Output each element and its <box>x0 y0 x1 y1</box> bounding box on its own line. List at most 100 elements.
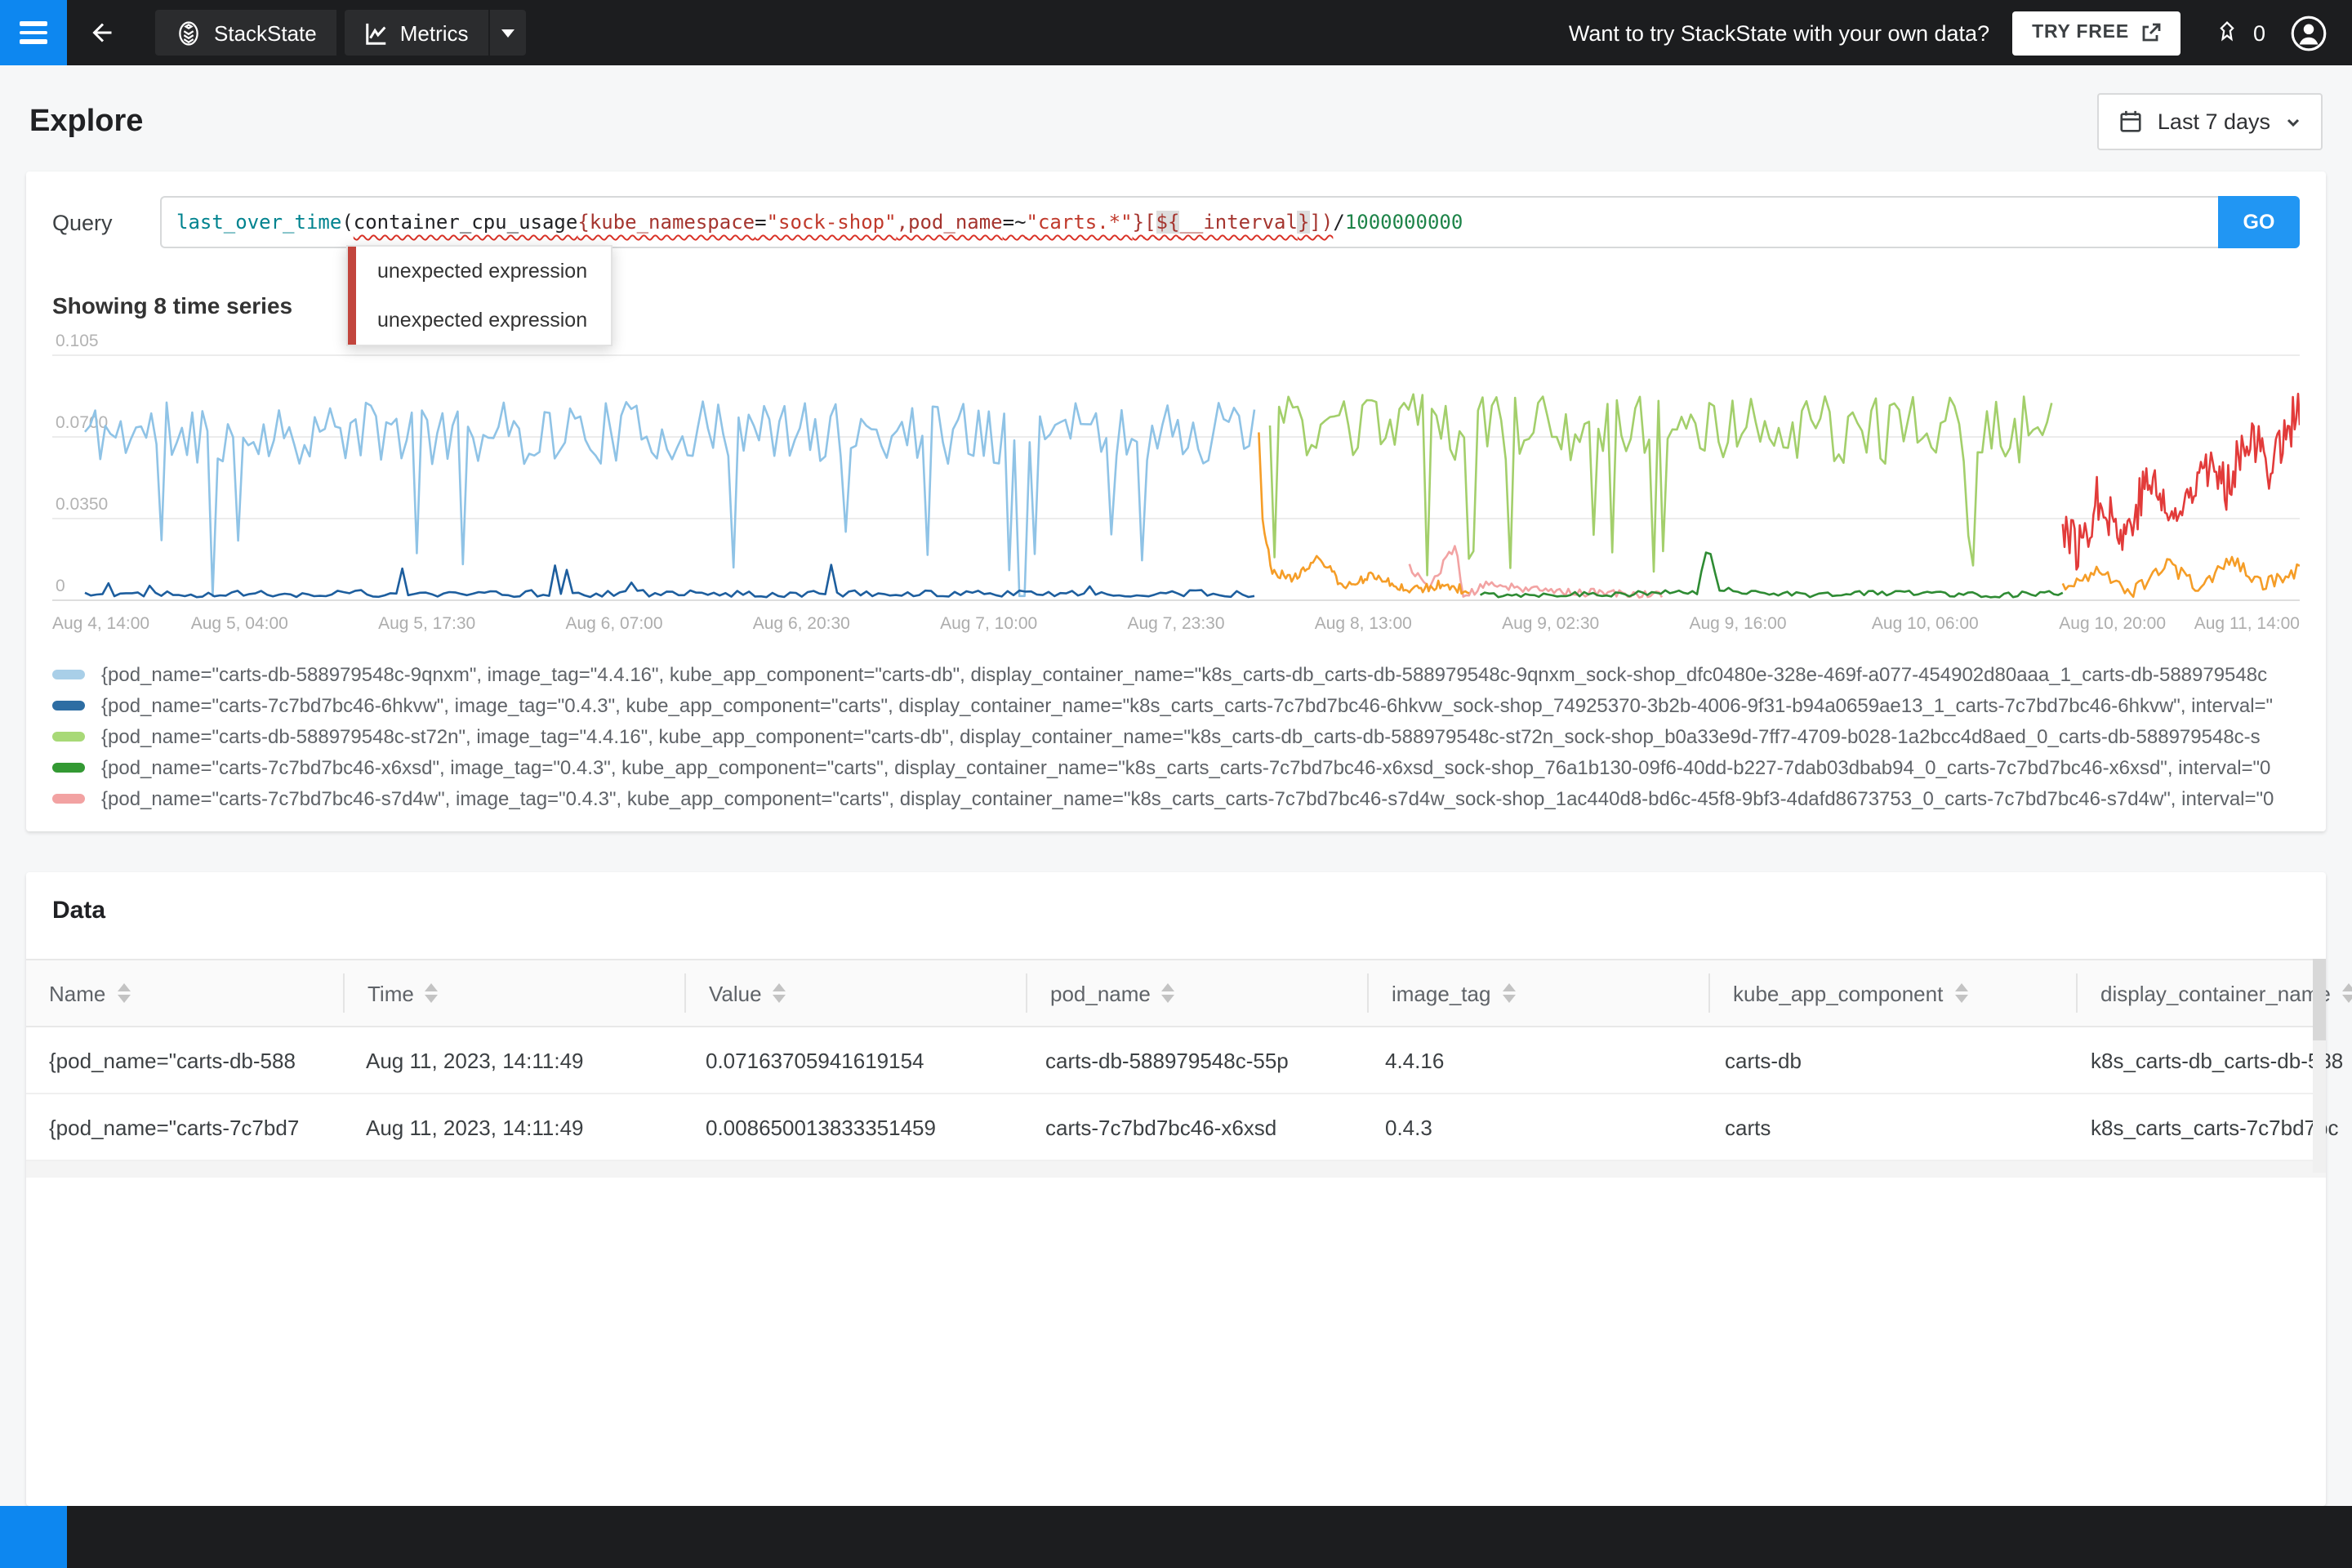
chevron-down-icon <box>2285 114 2301 130</box>
sort-desc-icon <box>117 996 130 1004</box>
legend-label: {pod_name="carts-7c7bd7bc46-x6xsd", imag… <box>101 755 2270 778</box>
app-root: StackState Metrics Want to try StackStat… <box>0 0 2352 1568</box>
column-header-name[interactable]: Name <box>26 973 343 1013</box>
error-message: unexpected expression <box>356 296 610 345</box>
avatar-icon[interactable] <box>2288 12 2329 53</box>
x-axis-tick-label: Aug 5, 04:00 <box>191 614 288 634</box>
table-cell: 0.4.3 <box>1362 1115 1702 1139</box>
go-button[interactable]: GO <box>2218 196 2300 248</box>
hamburger-menu-button[interactable] <box>0 0 67 65</box>
main-content: Explore Last 7 days Query last_over_time… <box>0 65 2352 1506</box>
series-line-carts-7c7bd7bc46-6hkvw <box>85 565 1254 598</box>
data-table: Name Time Value pod_name image_tag kube_app_c… <box>26 959 2326 1178</box>
column-header-label: pod_name <box>1050 981 1151 1005</box>
back-button[interactable] <box>67 0 139 65</box>
legend-item[interactable]: {pod_name="carts-db-588979548c-st72n", i… <box>52 725 2300 746</box>
error-accent-bar <box>348 247 356 345</box>
table-cell: 0.07163705941619154 <box>683 1048 1022 1072</box>
table-cell: k8s_carts-db_carts-db-588 <box>2068 1048 2352 1072</box>
sort-asc-icon <box>1162 983 1175 991</box>
query-input[interactable]: last_over_time(container_cpu_usage{kube_… <box>160 196 2218 248</box>
view-dropdown-button[interactable] <box>490 10 526 56</box>
legend-swatch <box>52 700 85 710</box>
query-token: "sock-shop" <box>767 211 897 234</box>
timeseries-chart <box>52 354 2300 599</box>
table-header-row: Name Time Value pod_name image_tag kube_app_c… <box>26 959 2326 1027</box>
y-axis-tick-label: 0.105 <box>56 332 99 351</box>
sort-desc-icon <box>2342 996 2352 1004</box>
x-axis-tick-label: Aug 4, 14:00 <box>52 614 149 634</box>
try-free-button[interactable]: TRY FREE <box>2012 11 2181 55</box>
sort-desc-icon <box>1502 996 1515 1004</box>
query-token: ( <box>341 211 353 234</box>
page-title: Explore <box>29 104 143 140</box>
column-header-kube-app-component[interactable]: kube_app_component <box>1708 973 2076 1013</box>
sort-icon <box>1162 983 1175 1004</box>
back-arrow-icon <box>88 18 118 47</box>
pinned-items-button[interactable]: 0 <box>2214 19 2265 47</box>
query-card: Query last_over_time(container_cpu_usage… <box>26 172 2326 831</box>
series-line-carts-db-588979548c-9qnxm <box>85 402 1254 596</box>
sort-asc-icon <box>773 983 786 991</box>
bottom-accent-square <box>0 1506 67 1568</box>
query-token: =~ <box>1003 211 1027 234</box>
query-token: 1000000000 <box>1345 211 1463 234</box>
query-token: container_cpu_usage <box>354 211 578 234</box>
view-label: Metrics <box>400 20 469 45</box>
table-scrollbar[interactable] <box>2313 959 2326 1173</box>
data-card: Data Name Time Value pod_name image_tag kube_… <box>26 872 2326 1506</box>
legend-item[interactable]: {pod_name="carts-7c7bd7bc46-s7d4w", imag… <box>52 787 2300 808</box>
time-range-picker[interactable]: Last 7 days <box>2097 93 2323 150</box>
table-cell: Aug 11, 2023, 14:11:49 <box>343 1115 683 1139</box>
table-cell: 0.008650013833351459 <box>683 1115 1022 1139</box>
query-label: Query <box>52 210 160 234</box>
pin-count: 0 <box>2253 20 2265 45</box>
table-cell: carts-db-588979548c-55p <box>1022 1048 1362 1072</box>
sort-desc-icon <box>425 996 439 1004</box>
query-token: "carts.*" <box>1027 211 1133 234</box>
column-header-image-tag[interactable]: image_tag <box>1367 973 1708 1013</box>
query-token: __interval <box>1179 211 1298 234</box>
column-header-label: kube_app_component <box>1733 981 1943 1005</box>
x-axis-tick-label: Aug 9, 02:30 <box>1502 614 1599 634</box>
column-header-label: image_tag <box>1392 981 1490 1005</box>
column-header-pod-name[interactable]: pod_name <box>1026 973 1367 1013</box>
try-free-label: TRY FREE <box>2032 23 2129 42</box>
column-header-value[interactable]: Value <box>684 973 1026 1013</box>
legend-swatch <box>52 762 85 772</box>
sort-desc-icon <box>773 996 786 1004</box>
table-cell: carts-7c7bd7bc46-x6xsd <box>1022 1115 1362 1139</box>
table-scrollbar-thumb[interactable] <box>2313 959 2326 1040</box>
x-axis-tick-label: Aug 5, 17:30 <box>378 614 475 634</box>
table-cell: 4.4.16 <box>1362 1048 1702 1072</box>
column-header-time[interactable]: Time <box>343 973 684 1013</box>
data-section-title: Data <box>52 897 2300 924</box>
sort-icon <box>2342 983 2352 1004</box>
legend-label: {pod_name="carts-7c7bd7bc46-6hkvw", imag… <box>101 693 2273 716</box>
legend-item[interactable]: {pod_name="carts-db-588979548c-9qnxm", i… <box>52 663 2300 684</box>
sort-desc-icon <box>1162 996 1175 1004</box>
stackstate-product-button[interactable]: StackState <box>155 10 336 56</box>
cta-text: Want to try StackState with your own dat… <box>1569 20 1989 45</box>
table-cell: k8s_carts_carts-7c7bd7bc <box>2068 1115 2352 1139</box>
metrics-view-button[interactable]: Metrics <box>345 10 488 56</box>
legend-item[interactable]: {pod_name="carts-7c7bd7bc46-6hkvw", imag… <box>52 694 2300 715</box>
table-cell: carts-db <box>1702 1048 2068 1072</box>
gridline <box>52 599 2300 601</box>
column-header-label: Value <box>709 981 762 1005</box>
table-row: {pod_name="carts-db-588Aug 11, 2023, 14:… <box>26 1027 2326 1094</box>
column-header-display-container-name[interactable]: display_container_name <box>2076 973 2352 1013</box>
series-line-carts-db-588979548c-st72n <box>1270 394 2051 576</box>
sort-asc-icon <box>2342 983 2352 991</box>
legend-swatch <box>52 793 85 803</box>
table-cell: carts <box>1702 1115 2068 1139</box>
query-token: ] <box>1309 211 1321 234</box>
column-header-label: Name <box>49 981 105 1005</box>
table-cell: Aug 11, 2023, 14:11:49 <box>343 1048 683 1072</box>
sort-asc-icon <box>1954 983 1967 991</box>
x-axis: Aug 4, 14:00 Aug 5, 04:00 Aug 5, 17:30 Aug … <box>52 608 2300 644</box>
legend-item[interactable]: {pod_name="carts-7c7bd7bc46-x6xsd", imag… <box>52 756 2300 777</box>
query-token: } <box>1298 211 1309 234</box>
chart-plot[interactable]: 0.1050.07000.03500 <box>52 354 2300 599</box>
column-header-label: display_container_name <box>2100 981 2331 1005</box>
